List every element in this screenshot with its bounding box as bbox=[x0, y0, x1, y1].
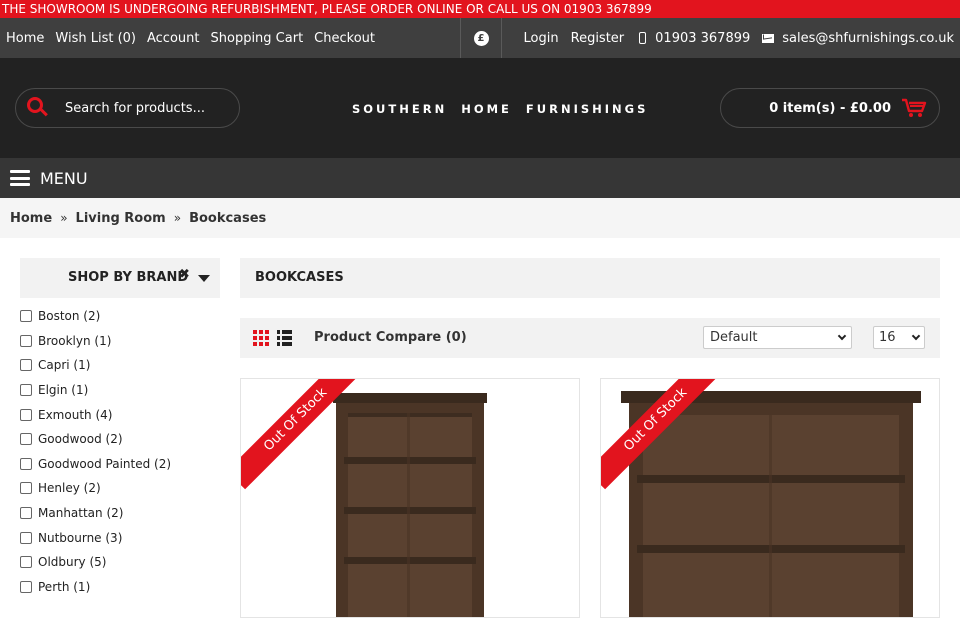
brand-label: Manhattan (2) bbox=[38, 506, 124, 521]
brand-option[interactable]: Perth (1) bbox=[20, 575, 220, 600]
brand-option[interactable]: Elgin (1) bbox=[20, 378, 220, 403]
top-link-cart[interactable]: Shopping Cart bbox=[211, 31, 304, 46]
brand-label: Goodwood Painted (2) bbox=[38, 456, 172, 471]
brand-label: Henley (2) bbox=[38, 481, 101, 496]
product-toolbar: Product Compare (0) Default 16 bbox=[240, 318, 940, 358]
brand-label: Nutbourne (3) bbox=[38, 530, 123, 545]
pound-icon: £ bbox=[473, 30, 489, 46]
checkbox[interactable] bbox=[20, 334, 32, 347]
brand-option[interactable]: Goodwood (2) bbox=[20, 427, 220, 452]
chevron-down-icon bbox=[911, 331, 921, 341]
caret-down-icon bbox=[198, 274, 210, 282]
top-link-account[interactable]: Account bbox=[147, 31, 200, 46]
chevron-down-icon bbox=[837, 331, 847, 341]
checkbox[interactable] bbox=[20, 433, 32, 446]
category-content: BOOKCASES Product Compare (0) Default 16… bbox=[240, 258, 940, 618]
checkbox[interactable] bbox=[20, 310, 32, 323]
page-title: BOOKCASES bbox=[240, 258, 940, 298]
site-header: SOUTHERN HOME FURNISHINGS 0 item(s) - £0… bbox=[0, 58, 960, 158]
search-input[interactable] bbox=[65, 100, 215, 116]
breadcrumb-bookcases[interactable]: Bookcases bbox=[189, 211, 266, 226]
checkbox[interactable] bbox=[20, 384, 32, 397]
menu-label: MENU bbox=[40, 168, 88, 188]
checkbox[interactable] bbox=[20, 580, 32, 593]
brand-option[interactable]: Brooklyn (1) bbox=[20, 329, 220, 354]
sort-select[interactable]: Default bbox=[703, 326, 852, 349]
sort-value: Default bbox=[710, 330, 758, 345]
brand-label: Perth (1) bbox=[38, 579, 91, 594]
search-box bbox=[15, 88, 240, 128]
limit-select[interactable]: 16 bbox=[873, 326, 925, 349]
list-view-icon[interactable] bbox=[277, 330, 292, 346]
top-bar: Home Wish List (0) Account Shopping Cart… bbox=[0, 18, 960, 58]
checkbox[interactable] bbox=[20, 359, 32, 372]
checkbox[interactable] bbox=[20, 457, 32, 470]
breadcrumb-living-room[interactable]: Living Room bbox=[76, 211, 166, 226]
checkbox[interactable] bbox=[20, 482, 32, 495]
breadcrumb: Home » Living Room » Bookcases bbox=[0, 198, 960, 238]
checkbox[interactable] bbox=[20, 556, 32, 569]
limit-value: 16 bbox=[879, 330, 896, 345]
brand-label: Boston (2) bbox=[38, 309, 101, 324]
search-icon[interactable] bbox=[27, 97, 49, 119]
cart-summary: 0 item(s) - £0.00 bbox=[769, 100, 891, 116]
email-contact[interactable]: sales@shfurnishings.co.uk bbox=[762, 31, 954, 46]
brand-option[interactable]: Henley (2) bbox=[20, 476, 220, 501]
grid-view-icon[interactable] bbox=[253, 330, 269, 346]
clear-filter-icon[interactable]: ✖ bbox=[179, 267, 190, 282]
product-card[interactable]: Out Of Stock bbox=[600, 378, 940, 618]
top-link-checkout[interactable]: Checkout bbox=[314, 31, 375, 46]
site-logo[interactable]: SOUTHERN HOME FURNISHINGS bbox=[352, 102, 648, 116]
phone-contact[interactable]: 01903 367899 bbox=[639, 31, 750, 46]
checkbox[interactable] bbox=[20, 408, 32, 421]
envelope-icon bbox=[762, 33, 775, 43]
brand-filter: SHOP BY BRAND ✖ Boston (2) Brooklyn (1) … bbox=[20, 258, 220, 599]
shopping-cart-icon bbox=[902, 98, 927, 117]
brand-filter-title: SHOP BY BRAND bbox=[68, 270, 189, 285]
brand-option[interactable]: Nutbourne (3) bbox=[20, 525, 220, 550]
product-grid: Out Of Stock Out Of Stock bbox=[240, 378, 940, 618]
top-links: Home Wish List (0) Account Shopping Cart… bbox=[0, 31, 386, 46]
announcement-bar: THE SHOWROOM IS UNDERGOING REFURBISHMENT… bbox=[0, 0, 960, 18]
register-link[interactable]: Register bbox=[571, 31, 625, 46]
brand-option[interactable]: Manhattan (2) bbox=[20, 501, 220, 526]
phone-icon bbox=[639, 32, 647, 44]
brand-label: Goodwood (2) bbox=[38, 432, 123, 447]
brand-label: Elgin (1) bbox=[38, 383, 89, 398]
brand-option[interactable]: Exmouth (4) bbox=[20, 402, 220, 427]
main-menu-toggle[interactable]: MENU bbox=[0, 158, 960, 198]
brand-label: Oldbury (5) bbox=[38, 555, 107, 570]
brand-option[interactable]: Goodwood Painted (2) bbox=[20, 452, 220, 477]
checkbox[interactable] bbox=[20, 507, 32, 520]
brand-label: Exmouth (4) bbox=[38, 407, 113, 422]
breadcrumb-home[interactable]: Home bbox=[10, 211, 52, 226]
phone-number: 01903 367899 bbox=[655, 30, 751, 46]
currency-selector[interactable]: £ bbox=[460, 18, 502, 58]
checkbox[interactable] bbox=[20, 531, 32, 544]
cart-button[interactable]: 0 item(s) - £0.00 bbox=[720, 88, 940, 128]
breadcrumb-separator-icon: » bbox=[60, 211, 68, 225]
brand-list: Boston (2) Brooklyn (1) Capri (1) Elgin … bbox=[20, 304, 220, 599]
brand-option[interactable]: Capri (1) bbox=[20, 353, 220, 378]
brand-option[interactable]: Boston (2) bbox=[20, 304, 220, 329]
product-compare-link[interactable]: Product Compare (0) bbox=[314, 330, 467, 345]
hamburger-icon bbox=[10, 170, 30, 186]
brand-filter-header[interactable]: SHOP BY BRAND ✖ bbox=[20, 258, 220, 298]
brand-label: Capri (1) bbox=[38, 358, 91, 373]
top-account-links: Login Register 01903 367899 sales@shfurn… bbox=[512, 18, 954, 58]
email-address: sales@shfurnishings.co.uk bbox=[782, 30, 954, 46]
brand-option[interactable]: Oldbury (5) bbox=[20, 550, 220, 575]
top-link-wishlist[interactable]: Wish List (0) bbox=[55, 31, 136, 46]
product-card[interactable]: Out Of Stock bbox=[240, 378, 580, 618]
login-link[interactable]: Login bbox=[524, 31, 559, 46]
breadcrumb-separator-icon: » bbox=[173, 211, 182, 225]
top-link-home[interactable]: Home bbox=[6, 31, 44, 46]
brand-label: Brooklyn (1) bbox=[38, 333, 112, 348]
